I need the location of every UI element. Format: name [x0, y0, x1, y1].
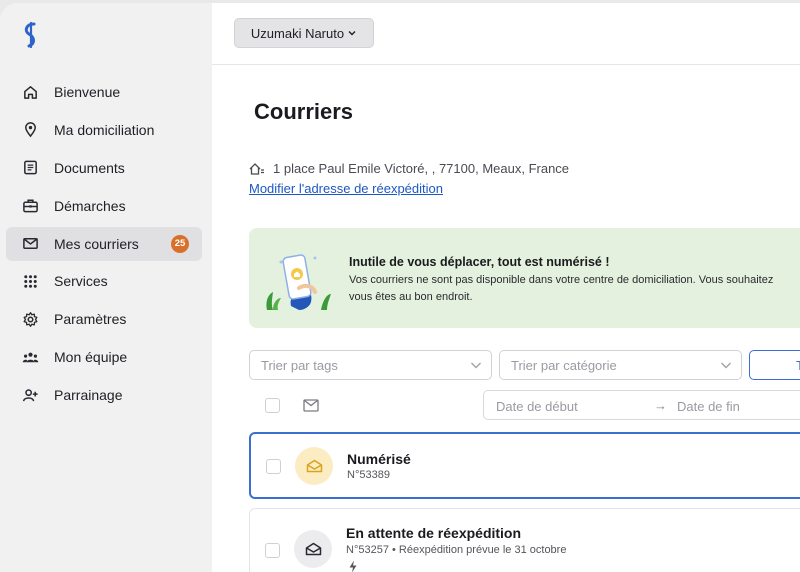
sidebar-item-bienvenue[interactable]: Bienvenue	[6, 75, 202, 109]
document-icon	[24, 160, 37, 175]
banner-text-line: vous êtes au bon endroit.	[349, 291, 473, 303]
sidebar: Bienvenue Ma domiciliation Documents Dém…	[0, 3, 212, 572]
house-icon	[249, 163, 264, 175]
sidebar-item-label: Paramètres	[54, 311, 127, 328]
user-name: Uzumaki Naruto	[250, 25, 345, 41]
scanned-status-badge	[295, 447, 333, 485]
date-start-input[interactable]: Date de début	[496, 399, 578, 414]
mail-list-item[interactable]: Numérisé N°53389	[249, 432, 800, 499]
sidebar-item-demarches[interactable]: Démarches	[6, 189, 202, 223]
open-envelope-icon	[306, 459, 322, 473]
sidebar-item-label: Bienvenue	[54, 84, 121, 100]
select-all-checkbox[interactable]	[265, 398, 280, 413]
sidebar-item-parametres[interactable]: Paramètres	[6, 302, 202, 336]
sidebar-item-services[interactable]: Services	[6, 264, 202, 298]
lightning-icon	[349, 560, 357, 572]
category-filter-select[interactable]: Trier par catégorie	[499, 350, 742, 380]
edit-forwarding-address-link[interactable]: Modifier l'adresse de réexpédition	[249, 181, 443, 196]
chevron-down-icon	[471, 362, 481, 369]
page-title: Courriers	[254, 99, 354, 124]
top-bar: Uzumaki Naruto	[212, 3, 800, 65]
user-add-icon	[22, 388, 38, 401]
date-end-input[interactable]: Date de fin	[677, 399, 740, 414]
mail-status: Numérisé	[347, 451, 411, 467]
tags-filter-select[interactable]: Trier par tags	[249, 350, 492, 380]
home-icon	[24, 85, 37, 99]
gear-icon	[23, 311, 38, 327]
digitized-mail-illustration-icon	[266, 254, 331, 310]
sidebar-item-label: Mes courriers	[54, 235, 139, 252]
chevron-down-icon	[348, 31, 356, 36]
main-content: Uzumaki Naruto Courriers 1 place Paul Em…	[212, 3, 800, 572]
sidebar-item-label: Ma domiciliation	[54, 121, 155, 138]
sidebar-item-label: Parrainage	[54, 387, 123, 404]
banner-title: Inutile de vous déplacer, tout est numér…	[349, 255, 610, 269]
mail-status: En attente de réexpédition	[346, 525, 522, 541]
sidebar-item-mes-courriers[interactable]: Mes courriers 25	[6, 226, 202, 261]
mail-icon	[23, 238, 38, 250]
tags-filter-placeholder: Trier par tags	[261, 357, 338, 373]
filter-action-button[interactable]: T	[749, 350, 800, 380]
unread-count-badge: 25	[171, 234, 189, 253]
chevron-down-icon	[721, 362, 731, 369]
open-envelope-icon	[305, 542, 321, 556]
sidebar-item-mon-equipe[interactable]: Mon équipe	[6, 340, 202, 374]
mail-list-item[interactable]: En attente de réexpédition N°53257 • Rée…	[249, 508, 800, 572]
mail-item-checkbox[interactable]	[265, 543, 280, 558]
app-window: Bienvenue Ma domiciliation Documents Dém…	[0, 3, 800, 572]
info-banner: Inutile de vous déplacer, tout est numér…	[249, 228, 800, 328]
mail-meta: N°53257 • Réexpédition prévue le 31 octo…	[346, 544, 566, 556]
briefcase-icon	[23, 199, 38, 213]
sidebar-item-label: Services	[54, 273, 108, 290]
address-text: 1 place Paul Emile Victoré, , 77100, Mea…	[273, 161, 570, 176]
arrow-right-icon: →	[654, 398, 667, 413]
sidebar-item-label: Documents	[54, 159, 125, 176]
sidebar-item-label: Démarches	[54, 197, 126, 214]
banner-text-line: Vos courriers ne sont pas disponible dan…	[349, 274, 774, 286]
date-range-picker[interactable]: Date de début → Date de fin	[483, 390, 800, 420]
location-pin-icon	[25, 122, 36, 138]
user-switcher-button[interactable]: Uzumaki Naruto	[234, 18, 374, 48]
mail-meta: N°53389	[347, 469, 390, 481]
mail-number: N°53257	[346, 544, 389, 556]
forwarding-address: 1 place Paul Emile Victoré, , 77100, Mea…	[249, 161, 569, 176]
filter-action-label: T	[796, 357, 800, 373]
sidebar-item-parrainage[interactable]: Parrainage	[6, 378, 202, 412]
sidebar-item-ma-domiciliation[interactable]: Ma domiciliation	[6, 113, 202, 147]
logo-icon[interactable]	[20, 21, 42, 49]
mail-column-icon	[303, 399, 319, 412]
forwarding-status-badge	[294, 530, 332, 568]
sidebar-item-label: Mon équipe	[54, 349, 128, 366]
mail-number: N°53389	[347, 469, 390, 481]
grid-icon	[24, 275, 37, 288]
mail-item-checkbox[interactable]	[266, 459, 281, 474]
banner-text: Vos courriers ne sont pas disponible dan…	[349, 272, 800, 306]
category-filter-placeholder: Trier par catégorie	[511, 357, 617, 373]
sidebar-item-documents[interactable]: Documents	[6, 151, 202, 185]
mail-detail: • Réexpédition prévue le 31 octobre	[388, 544, 567, 556]
sidebar-nav: Bienvenue Ma domiciliation Documents Dém…	[6, 75, 202, 416]
team-icon	[22, 352, 39, 362]
